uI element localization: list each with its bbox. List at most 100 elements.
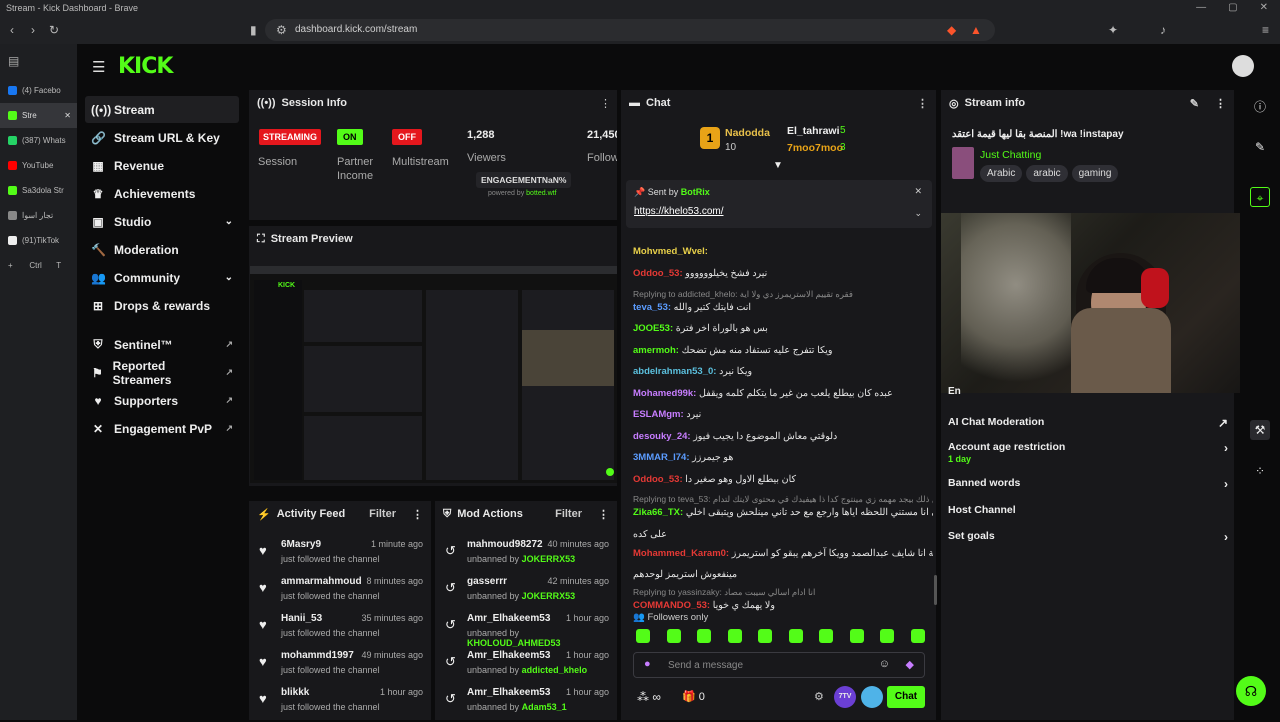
chat-username[interactable]: Oddoo_53: xyxy=(633,474,683,485)
close-tab-icon[interactable]: ✕ xyxy=(64,111,71,120)
unpin-icon[interactable]: ✕ xyxy=(914,186,922,197)
tag-chip[interactable]: Arabic xyxy=(980,165,1023,182)
host-channel-label[interactable]: Host Channel xyxy=(948,504,1016,516)
address-bar[interactable]: dashboard.kick.com/stream xyxy=(265,19,995,41)
chat-username[interactable]: JOOE53: xyxy=(633,323,673,334)
tag-chip[interactable]: arabic xyxy=(1026,165,1068,182)
chat-username[interactable]: teva_53: xyxy=(633,302,671,313)
chevron-down-icon[interactable]: ⌄ xyxy=(225,216,233,227)
nav-item-revenue[interactable]: ▦ Revenue xyxy=(85,152,239,179)
pinned-message[interactable]: 📌 Sent by BotRix https://khelo53.com/ ✕ … xyxy=(626,180,932,228)
mod-target[interactable]: Amr_Elhakeem53 xyxy=(467,613,550,624)
site-settings-icon[interactable]: ⚙ xyxy=(276,16,287,44)
browser-tab[interactable]: Stre ✕ xyxy=(0,103,77,128)
chat-username[interactable]: Mohvmed_Wvel: xyxy=(633,246,708,257)
chat-message[interactable]: ESLAMgm: نيرد xyxy=(633,408,933,421)
emote-icon[interactable] xyxy=(697,629,711,643)
extensions-icon[interactable]: ✦ xyxy=(1108,16,1118,44)
age-label[interactable]: Account age restriction xyxy=(948,441,1065,453)
more-icon[interactable]: ⋮ xyxy=(600,97,611,110)
mod-target[interactable]: gasserrr xyxy=(467,576,507,587)
filter-button[interactable]: Filter xyxy=(369,508,396,520)
reload-icon[interactable]: ↻ xyxy=(49,16,59,44)
chevron-down-icon[interactable]: ⌄ xyxy=(225,272,233,283)
chevron-down-icon[interactable]: ⌄ xyxy=(914,208,922,219)
mod-target[interactable]: Amr_Elhakeem53 xyxy=(467,650,550,661)
set-goals-label[interactable]: Set goals xyxy=(948,530,995,542)
minimize-icon[interactable]: — xyxy=(1196,0,1206,16)
chat-message[interactable]: desouky_24: دلوقتي معاش الموضوع دا يجيب … xyxy=(633,430,933,443)
chat-message[interactable]: abdelrahman53_0: ويكا نيرد xyxy=(633,365,933,378)
chevron-right-icon[interactable]: › xyxy=(1224,477,1228,491)
follower-name[interactable]: blikkk xyxy=(281,687,309,698)
partner-income-toggle[interactable]: ON xyxy=(337,129,363,145)
info-icon[interactable]: ⓘ xyxy=(1250,97,1270,117)
nav-item-stream[interactable]: ((•)) Stream xyxy=(85,96,239,123)
chat-username[interactable]: Mohamed99k: xyxy=(633,388,696,399)
feed-row[interactable]: ♥ ammarmahmoud just followed the channel 8 … xyxy=(249,574,429,611)
follower-name[interactable]: ammarmahmoud xyxy=(281,576,362,587)
chat-message[interactable]: Mohamed99k: عبده كان بيطلع يلعب من غير م… xyxy=(633,387,933,400)
emote-icon[interactable] xyxy=(880,629,894,643)
pinned-link[interactable]: https://khelo53.com/ xyxy=(634,206,724,217)
kick-logo[interactable]: KICK xyxy=(118,54,173,79)
nav-item-achievements[interactable]: ♛ Achievements xyxy=(85,180,239,207)
chevron-right-icon[interactable]: › xyxy=(1224,441,1228,455)
multistream-toggle[interactable]: OFF xyxy=(392,129,422,145)
chat-message[interactable]: Oddoo_53: كان بيطلع الاول وهو صغير دا xyxy=(633,473,933,486)
mod-by[interactable]: addicted_khelo xyxy=(522,665,588,675)
bookmark-icon[interactable]: ▮ xyxy=(250,16,257,44)
emoji-icon[interactable]: ☺ xyxy=(879,658,890,670)
wrench-icon[interactable]: ⚒ xyxy=(1250,420,1270,440)
chevron-right-icon[interactable]: › xyxy=(1224,530,1228,544)
brave-shield-icon[interactable]: ◆ xyxy=(947,16,956,44)
bot-name[interactable]: BotRix xyxy=(681,187,710,197)
chat-username[interactable]: desouky_24: xyxy=(633,431,691,442)
mod-row[interactable]: ↺ mahmoud98272 unbanned by JOKERRX53 40 min… xyxy=(435,537,615,574)
close-icon[interactable]: ✕ xyxy=(1260,0,1268,16)
7tv-button[interactable]: 7TV xyxy=(834,686,856,708)
browser-tab[interactable]: YouTube xyxy=(0,153,77,178)
new-tab-button[interactable]: + Ctrl T xyxy=(0,253,77,278)
gift-icon[interactable]: 🎁 xyxy=(682,691,696,703)
follower-name[interactable]: 6Masry9 xyxy=(281,539,321,550)
ai-moderation-label[interactable]: AI Chat Moderation xyxy=(948,416,1044,428)
chat-message[interactable]: Zika66_TX: بالظبط ويجي انا مستني اللحظه … xyxy=(633,506,933,519)
filter-button[interactable]: Filter xyxy=(555,508,582,520)
chat-username[interactable]: abdelrahman53_0: xyxy=(633,366,716,377)
more-icon[interactable]: ⋮ xyxy=(412,508,423,521)
more-icon[interactable]: ⋮ xyxy=(598,508,609,521)
menu-icon[interactable]: ≡ xyxy=(1262,16,1269,44)
hamburger-icon[interactable]: ☰ xyxy=(92,58,105,76)
support-icon[interactable]: ☊ xyxy=(1236,676,1266,706)
chat-username[interactable]: COMMANDO_53: xyxy=(633,600,710,611)
nav-item-sentinel-[interactable]: ⛨ Sentinel™ ↗ xyxy=(85,331,239,358)
emote-icon[interactable] xyxy=(910,629,925,643)
emote-icon[interactable] xyxy=(819,629,833,643)
browser-tab[interactable]: تجار اسوا xyxy=(0,203,77,228)
chat-message[interactable]: JOOE53: بس هو بالوراة اخر فترة xyxy=(633,322,933,335)
mod-row[interactable]: ↺ gasserrr unbanned by JOKERRX53 42 minutes… xyxy=(435,574,615,611)
tag-chip[interactable]: gaming xyxy=(1071,165,1119,182)
window-controls[interactable]: — ▢ ✕ xyxy=(1196,0,1280,16)
target-icon[interactable]: ⌖ xyxy=(1250,187,1270,207)
feed-row[interactable]: ♥ mohammd1997 just followed the channel 49 … xyxy=(249,648,429,685)
browser-tab[interactable]: (91)TikTok xyxy=(0,228,77,253)
chat-send-button[interactable]: Chat xyxy=(887,686,925,708)
mod-by[interactable]: Adam53_1 xyxy=(522,702,567,712)
emote-icon[interactable] xyxy=(636,629,650,643)
pencil-icon[interactable]: ✎ xyxy=(1250,137,1270,157)
mod-by[interactable]: KHOLOUD_AHMED53 xyxy=(467,638,561,648)
back-icon[interactable]: ‹ xyxy=(10,16,14,44)
mod-target[interactable]: Amr_Elhakeem53 xyxy=(467,687,550,698)
botted-link[interactable]: botted.wtf xyxy=(526,190,556,197)
nav-item-moderation[interactable]: 🔨 Moderation xyxy=(85,236,239,263)
mod-row[interactable]: ↺ Amr_Elhakeem53 unbanned by KHOLOUD_AHMED… xyxy=(435,611,615,648)
mod-row[interactable]: ↺ Amr_Elhakeem53 unbanned by Adam53_1 1 hou… xyxy=(435,685,615,722)
edit-icon[interactable]: ✎ xyxy=(1190,97,1199,110)
nav-item-supporters[interactable]: ♥ Supporters ↗ xyxy=(85,387,239,414)
collapse-icon[interactable]: ▼ xyxy=(773,160,783,171)
browser-tab[interactable]: (387) Whats xyxy=(0,128,77,153)
emote-icon[interactable] xyxy=(788,629,803,643)
nav-item-stream-url-key[interactable]: 🔗 Stream URL & Key xyxy=(85,124,239,151)
